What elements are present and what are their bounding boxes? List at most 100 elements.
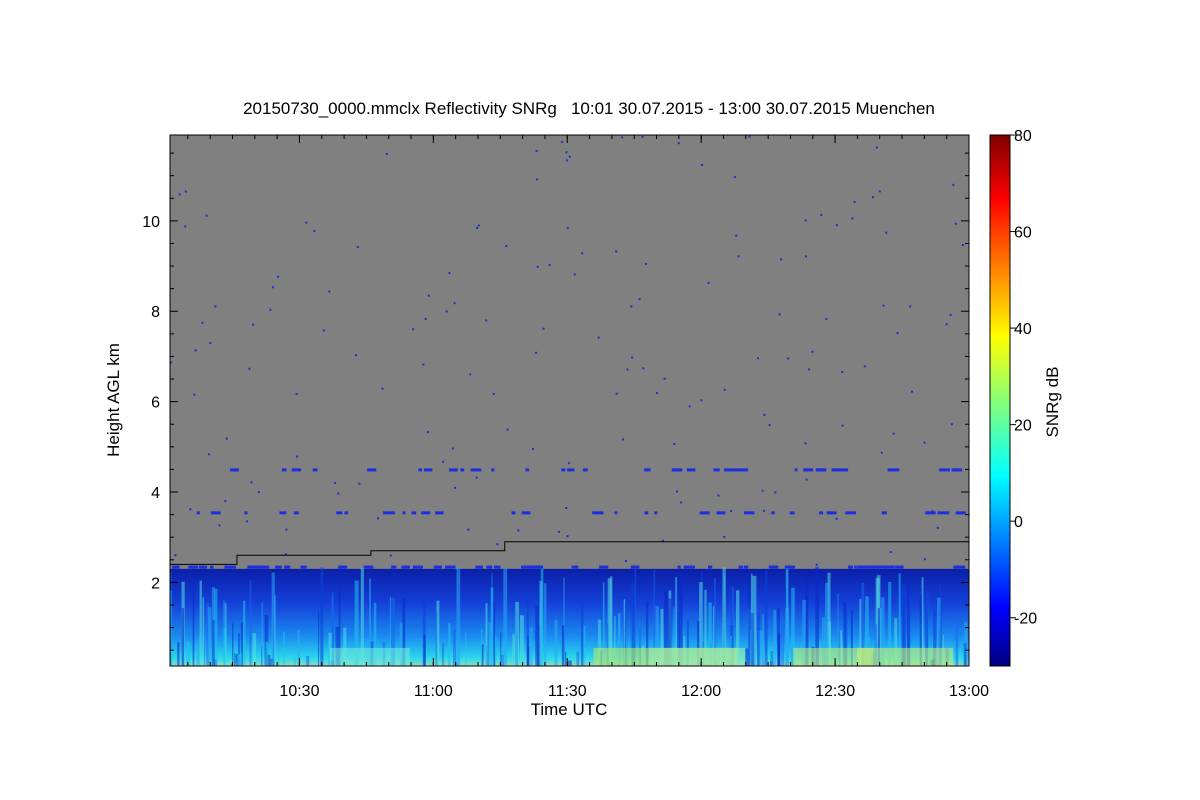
layer-dash	[743, 565, 749, 569]
layer-dash	[336, 511, 343, 515]
noise-speck	[248, 367, 251, 370]
echo-streak	[204, 640, 206, 666]
layer-dash	[312, 468, 318, 472]
echo-streak	[770, 651, 774, 666]
noise-speck	[717, 494, 720, 497]
noise-speck	[675, 490, 678, 493]
noise-speck	[688, 405, 691, 408]
noise-speck	[804, 442, 807, 445]
noise-speck	[889, 551, 892, 554]
noise-speck	[328, 290, 331, 293]
noise-speck	[638, 298, 641, 301]
colorbar-tick-label: -20	[1014, 611, 1037, 628]
noise-speck	[453, 302, 456, 305]
noise-speck	[954, 222, 957, 225]
noise-speck	[851, 217, 854, 220]
layer-dash	[421, 511, 431, 515]
echo-streak	[456, 566, 461, 666]
layer-dash	[630, 565, 640, 569]
echo-streak	[583, 625, 586, 666]
noise-speck	[189, 508, 192, 511]
layer-dash	[460, 468, 465, 472]
layer-dash	[716, 511, 726, 515]
noise-speck	[448, 272, 451, 275]
noise-speck	[305, 221, 308, 224]
noise-speck	[427, 294, 430, 297]
layer-dash	[925, 511, 936, 515]
noise-speck	[615, 250, 618, 253]
layer-dash	[845, 511, 856, 515]
layer-dash	[433, 565, 442, 569]
noise-speck	[768, 424, 771, 427]
layer-dash	[818, 468, 823, 472]
noise-speck	[485, 319, 488, 322]
noise-speck	[655, 392, 658, 395]
noise-speck	[276, 275, 279, 278]
noise-speck	[451, 447, 454, 450]
noise-speck	[763, 413, 766, 416]
noise-speck	[322, 329, 325, 332]
noise-speck	[193, 393, 196, 396]
colorbar-tick-label: 60	[1014, 225, 1032, 242]
layer-dash	[174, 565, 179, 569]
colorbar-label: SNRg dB	[1043, 367, 1062, 438]
noise-speck	[663, 377, 666, 380]
noise-speck	[467, 528, 470, 531]
noise-speck	[808, 368, 811, 371]
layer-dash	[293, 511, 299, 515]
layer-dash	[884, 565, 888, 569]
noise-speck	[201, 321, 204, 324]
echo-streak	[243, 600, 246, 666]
echo-streak	[271, 572, 275, 666]
noise-speck	[358, 482, 361, 485]
x-tick-label: 13:00	[949, 683, 989, 700]
noise-speck	[184, 190, 187, 193]
noise-speck	[700, 163, 703, 166]
layer-dash	[819, 511, 824, 515]
noise-speck	[557, 530, 560, 533]
colorbar-axis: -20 0 20 40 60 80	[1010, 128, 1037, 628]
layer-dash	[279, 511, 287, 515]
y-axis-label: Height AGL km	[104, 343, 123, 457]
echo-streak	[963, 643, 966, 666]
noise-speck	[424, 318, 427, 321]
noise-speck	[763, 509, 766, 512]
echo-streak	[192, 580, 195, 666]
layer-dash	[829, 511, 837, 515]
x-tick-label: 10:30	[279, 683, 319, 700]
layer-dash	[654, 511, 658, 515]
echo-streak	[261, 646, 263, 666]
layer-dash	[449, 468, 458, 472]
echo-patch	[649, 647, 746, 666]
layer-dash	[738, 565, 743, 569]
noise-speck	[246, 520, 249, 523]
noise-speck	[778, 313, 781, 316]
noise-speck	[356, 246, 359, 249]
noise-speck	[214, 305, 217, 308]
layer-dash	[284, 565, 291, 569]
echo-streak	[283, 631, 285, 666]
noise-speck	[568, 462, 571, 465]
layer-dash	[300, 565, 307, 569]
noise-speck	[492, 392, 495, 395]
layer-dash	[644, 468, 651, 472]
noise-speck	[566, 535, 569, 538]
noise-speck	[532, 447, 535, 450]
layer-dash	[794, 468, 798, 472]
layer-dash	[291, 468, 302, 472]
noise-speck	[269, 308, 272, 311]
layer-dash	[784, 565, 795, 569]
layer-dash	[260, 565, 270, 569]
noise-speck	[961, 243, 964, 246]
echo-streak	[481, 644, 484, 666]
noise-speck	[271, 286, 274, 289]
noise-speck	[882, 304, 885, 307]
x-axis-label: Time UTC	[531, 700, 608, 719]
noise-speck	[597, 336, 600, 339]
layer-dash	[411, 511, 417, 515]
echo-streak	[249, 580, 252, 666]
noise-speck	[224, 499, 227, 502]
layer-dash	[723, 468, 735, 472]
noise-speck	[911, 390, 914, 393]
noise-speck	[835, 224, 838, 227]
